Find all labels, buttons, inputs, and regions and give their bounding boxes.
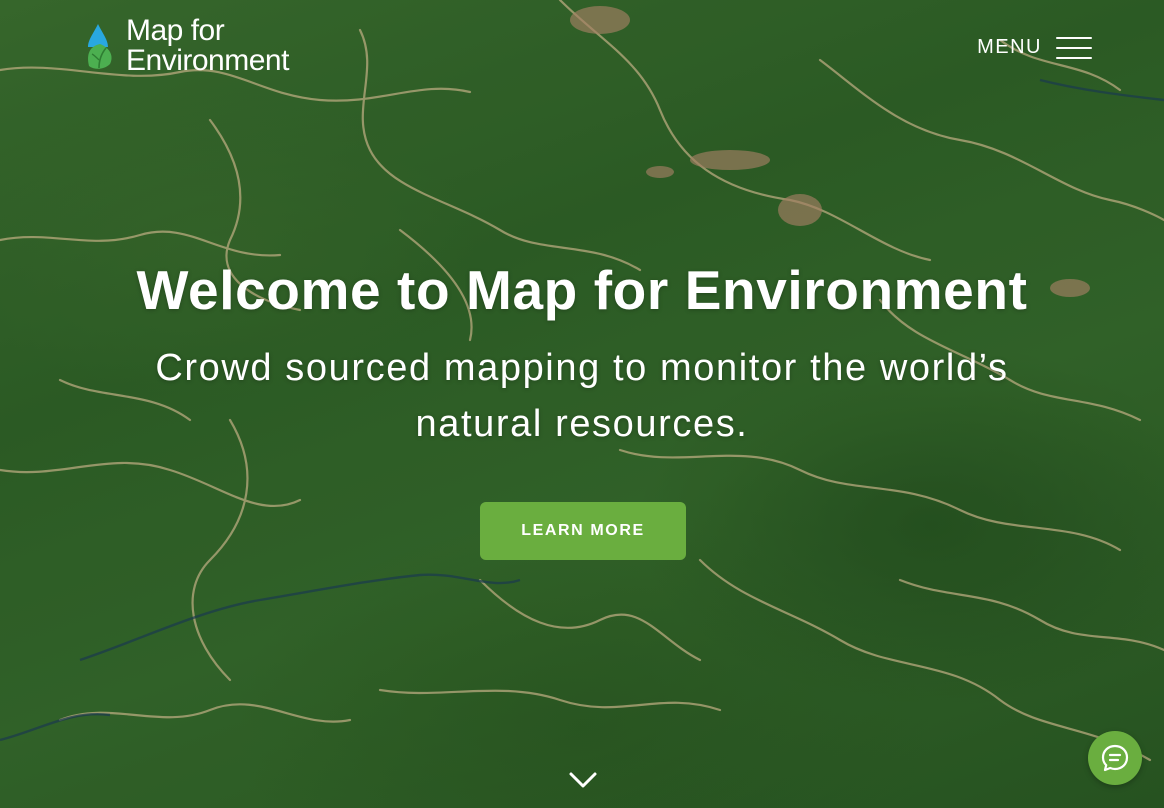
water-drop-leaf-icon [88,24,112,69]
hero-subtitle: Crowd sourced mapping to monitor the wor… [155,347,1009,445]
hero-title: Welcome to Map for Environment [136,259,1028,321]
chat-button[interactable] [1088,731,1142,785]
chat-bubble-icon [1101,744,1129,772]
menu-button[interactable]: MENU [977,36,1092,59]
hamburger-icon [1056,36,1092,59]
chevron-down-icon[interactable] [568,770,598,790]
logo-text-line1: Map for [126,14,225,47]
site-logo[interactable]: Map for Environment [84,16,289,76]
logo-text-line2: Environment [126,44,289,77]
menu-label: MENU [977,36,1042,58]
hero-section: Welcome to Map for Environment Crowd sou… [0,258,1164,452]
logo-text: Map for Environment [126,16,289,76]
learn-more-button[interactable]: LEARN MORE [480,502,686,560]
